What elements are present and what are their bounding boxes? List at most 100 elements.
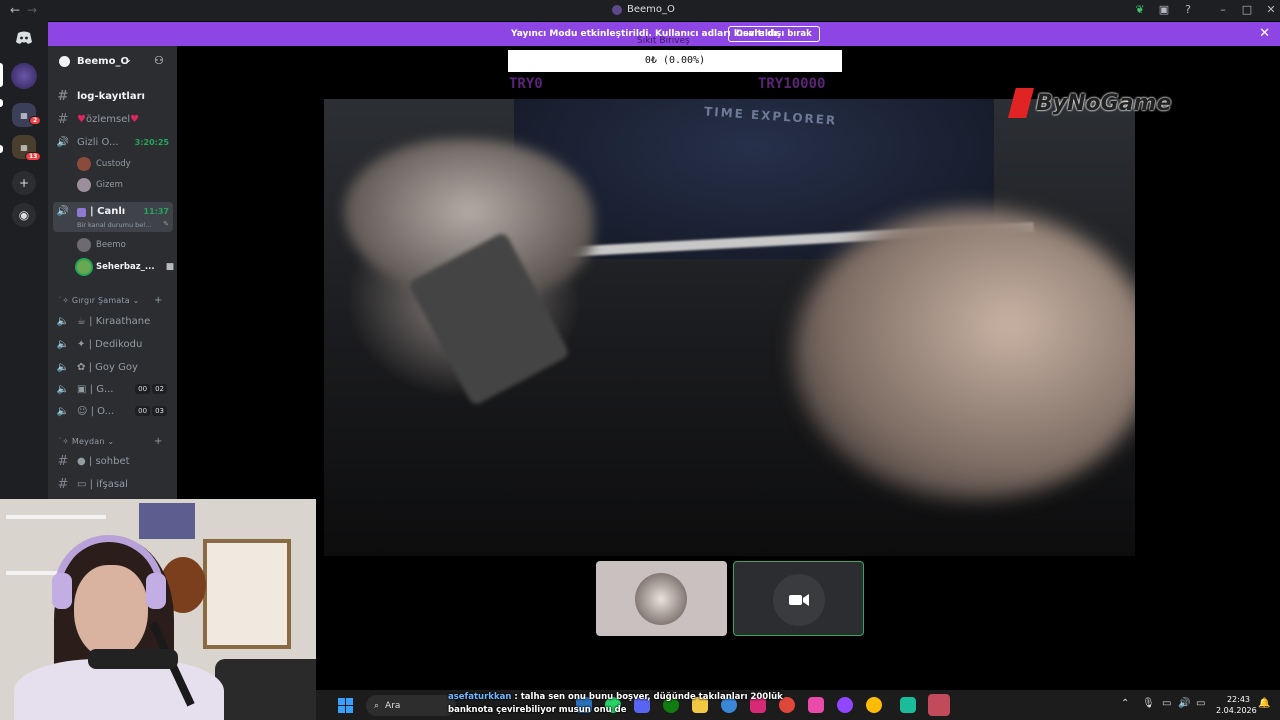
search-placeholder: Ara — [385, 700, 401, 711]
maximize-button[interactable]: □ — [1238, 2, 1256, 18]
close-button[interactable]: ✕ — [1262, 2, 1280, 18]
taskbar-clock[interactable]: 22:43 2.04.2026 — [1216, 694, 1257, 716]
server-name: Beemo_O — [77, 56, 129, 67]
help-icon[interactable]: ? — [1179, 2, 1197, 18]
voice-user[interactable]: Custody — [77, 155, 131, 173]
voice-user[interactable]: Beemo — [77, 236, 126, 254]
leaf-icon[interactable]: ❦ — [1131, 2, 1149, 18]
add-channel-icon[interactable]: + — [154, 436, 163, 447]
avatar — [773, 574, 825, 626]
category-label-text: Meydan — [71, 437, 105, 446]
channel-label: ♥özlemsel♥ — [77, 114, 139, 125]
inbox-icon[interactable]: ▣ — [1155, 2, 1173, 18]
voice-channel-g[interactable]: 🔈 ▣ | G... 00 02 — [53, 379, 173, 399]
search-icon: ⌕ — [374, 700, 380, 711]
channel-label: ● | sohbet — [77, 455, 130, 467]
voice-channel-gizli[interactable]: 🔊 Gizli O... 3:20:25 — [53, 132, 173, 152]
add-server-icon[interactable]: + — [12, 171, 36, 195]
volume-icon[interactable]: 🔊 — [1178, 698, 1190, 709]
participant-tile[interactable] — [596, 561, 727, 636]
hash-icon: # — [57, 476, 69, 492]
chevron-down-icon: ⌄ — [129, 296, 140, 305]
user-count: 00 — [135, 384, 151, 394]
speaker-icon: 🔊 — [56, 136, 70, 148]
bynogame-watermark: ByNoGame — [1008, 86, 1188, 120]
channel-log-kayitlari[interactable]: # log-kayıtları — [53, 86, 173, 106]
battery-icon[interactable]: ▭ — [1196, 698, 1205, 709]
chevron-up-icon[interactable]: ⌃ — [1121, 698, 1129, 709]
voice-channel-canli[interactable]: 🔊 | Canlı 11:37 Bir kanal durumu bel... … — [53, 202, 173, 232]
taskbar-search[interactable]: ⌕ Ara — [366, 695, 456, 716]
channel-label-text: | Kıraathane — [89, 315, 151, 327]
chat-overlay-message: asefaturkkan : talha sen onu bunu boşver… — [448, 691, 808, 717]
discover-icon[interactable]: ◉ — [12, 203, 36, 227]
webcam-chair — [215, 659, 316, 720]
speaker-icon: 🔊 — [56, 206, 70, 217]
speaker-icon: 🔈 — [56, 315, 70, 327]
notification-icon[interactable]: 🔔 — [1258, 698, 1270, 709]
banner-close-icon[interactable]: ✕ — [1259, 26, 1270, 41]
bynogame-logo-icon — [1008, 88, 1034, 118]
invite-icon[interactable]: ⚇ — [154, 54, 164, 67]
channel-sidebar: Beemo_O ⌄ ⚇ # log-kayıtları # ♥özlemsel♥… — [48, 46, 177, 499]
app-icon[interactable] — [808, 697, 824, 713]
category-label: ˙✧ — [58, 296, 72, 305]
category-meydan[interactable]: ˙✧ Meydan ⌄ + — [58, 436, 162, 447]
mic-icon[interactable]: 🎙 — [1142, 698, 1155, 709]
user-limit: 00 03 — [135, 406, 167, 416]
channel-label-text: | Ö... — [90, 405, 115, 417]
channel-label: ✿ | Goy Goy — [77, 361, 138, 373]
back-icon[interactable]: ← — [10, 3, 20, 17]
chevron-down-icon: ⌄ — [125, 55, 132, 64]
discord-home-icon[interactable] — [12, 26, 36, 50]
participant-tile-camera[interactable] — [733, 561, 864, 636]
user-limit-count: 02 — [152, 384, 167, 394]
channel-sohbet[interactable]: # ● | sohbet — [53, 451, 173, 471]
speaker-icon: 🔈 — [56, 361, 70, 373]
voice-channel-kiraathane[interactable]: 🔈 ☕ | Kıraathane — [53, 311, 173, 331]
channel-label-text: | G... — [89, 383, 114, 395]
voice-channel-goygoy[interactable]: 🔈 ✿ | Goy Goy — [53, 357, 173, 377]
category-girgir[interactable]: ˙✧ Gırgır Şamata ⌄ + — [58, 295, 162, 306]
chevron-down-icon: ⌄ — [104, 437, 115, 446]
active-server-pill — [0, 63, 3, 87]
disable-streamer-mode-button[interactable]: Devre dışı bırak — [728, 26, 820, 42]
category-label: ˙✧ — [58, 437, 72, 446]
app-icon-3[interactable] — [900, 697, 916, 713]
webcam-poster — [139, 503, 195, 539]
overlay-ticker: Sıkıt Bırıveş — [637, 36, 690, 46]
server-header[interactable]: Beemo_O ⌄ ⚇ — [48, 46, 177, 78]
webcam-microphone — [88, 649, 178, 669]
server-badge-2: 13 — [25, 152, 42, 161]
chrome-icon-2[interactable] — [866, 697, 882, 713]
camera-icon — [789, 594, 809, 606]
voice-user-live[interactable]: Seherbaz_... ■ — [77, 258, 174, 276]
display-icon[interactable]: ▭ — [1162, 698, 1171, 709]
donation-progress-bar: 0₺ (0.00%) — [508, 50, 842, 72]
channel-ozlemsel[interactable]: # ♥özlemsel♥ — [53, 109, 173, 129]
voice-channel-dedikodu[interactable]: 🔈 ✦ | Dedikodu — [53, 334, 173, 354]
obs-icon[interactable] — [928, 694, 950, 716]
heart-icon: ♥ — [77, 113, 86, 125]
voice-channel-o[interactable]: 🔈 ☺ | Ö... 00 03 — [53, 401, 173, 421]
channel-ifsasal[interactable]: # ▭ | ifşasal — [53, 474, 173, 494]
server-beemo-icon[interactable] — [11, 63, 37, 89]
app-icon-2[interactable] — [837, 697, 853, 713]
clock-time: 22:43 — [1226, 695, 1250, 704]
channel-emoji-icon — [77, 208, 86, 217]
voice-timer: 11:37 — [143, 207, 169, 216]
forward-icon[interactable]: → — [27, 3, 37, 17]
user-limit-count: 03 — [152, 406, 167, 416]
user-name: Custody — [96, 159, 131, 169]
add-channel-icon[interactable]: + — [154, 295, 163, 306]
channel-label: ▣ | G... — [77, 383, 114, 395]
server-badge-icon — [59, 56, 70, 67]
title-bar: ← → Beemo_O ❦ ▣ ? – □ ✕ — [0, 0, 1280, 21]
voice-user[interactable]: Gizem — [77, 176, 123, 194]
start-button[interactable] — [338, 698, 353, 713]
speaker-icon: 🔈 — [56, 383, 70, 395]
stream-video[interactable]: TIME EXPLORER — [324, 99, 1135, 556]
edit-icon[interactable]: ✎ — [163, 220, 169, 228]
minimize-button[interactable]: – — [1214, 2, 1232, 18]
user-name: Gizem — [96, 180, 123, 190]
